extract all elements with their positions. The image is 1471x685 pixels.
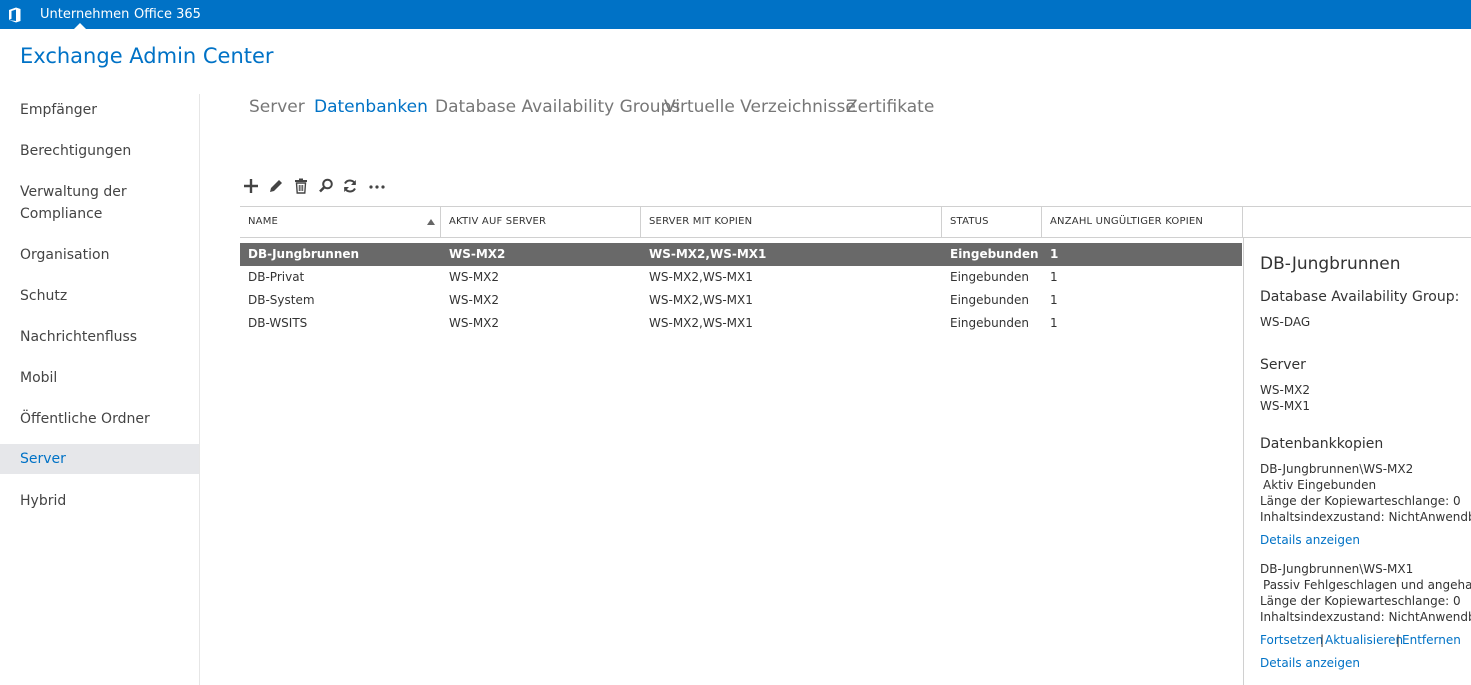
top-bar: Unternehmen Office 365 xyxy=(0,0,1471,29)
copy-2-status: Passiv Fehlgeschlagen und angehalten xyxy=(1263,578,1471,592)
action-separator: | xyxy=(1320,633,1325,647)
cell-name: DB-Jungbrunnen xyxy=(248,247,360,261)
table-header: NAME AKTIV AUF SERVER SERVER MIT KOPIEN … xyxy=(240,206,1471,238)
sidebar-item-empfaenger[interactable]: Empfänger xyxy=(0,99,199,121)
details-server-1: WS-MX2 xyxy=(1260,383,1311,397)
copy-2-index: Inhaltsindexzustand: NichtAnwendbar xyxy=(1260,610,1471,624)
details-server-2: WS-MX1 xyxy=(1260,399,1311,413)
table-row[interactable]: DB-System WS-MX2 WS-MX2,WS-MX1 Eingebund… xyxy=(240,289,1242,312)
details-pane: DB-Jungbrunnen Database Availability Gro… xyxy=(1243,238,1471,685)
sidebar-item-organisation[interactable]: Organisation xyxy=(0,244,199,266)
cell-name: DB-WSITS xyxy=(248,316,308,330)
action-separator: | xyxy=(1396,633,1401,647)
cell-servers: WS-MX2,WS-MX1 xyxy=(649,270,753,284)
copy-1-status: Aktiv Eingebunden xyxy=(1263,478,1377,492)
column-header-servers[interactable]: SERVER MIT KOPIEN xyxy=(641,207,942,237)
sidebar-item-compliance[interactable]: Verwaltung der Compliance xyxy=(0,181,150,225)
table-row[interactable]: DB-Jungbrunnen WS-MX2 WS-MX2,WS-MX1 Eing… xyxy=(240,243,1242,266)
cell-active-server: WS-MX2 xyxy=(449,293,500,307)
office-logo-icon[interactable] xyxy=(6,6,24,24)
cell-name: DB-Privat xyxy=(248,270,305,284)
copy-1-index: Inhaltsindexzustand: NichtAnwendbar xyxy=(1260,510,1471,524)
copy-2-update-link[interactable]: Aktualisieren xyxy=(1325,633,1403,647)
add-icon[interactable] xyxy=(241,176,261,196)
column-header-active-server[interactable]: AKTIV AUF SERVER xyxy=(441,207,641,237)
column-header-bad-copies[interactable]: ANZAHL UNGÜLTIGER KOPIEN xyxy=(1042,207,1243,237)
cell-active-server: WS-MX2 xyxy=(449,316,500,330)
details-title: DB-Jungbrunnen xyxy=(1260,254,1401,274)
sidebar: Empfänger Berechtigungen Verwaltung der … xyxy=(0,94,200,685)
copy-1-queue: Länge der Kopiewarteschlange: 0 xyxy=(1260,494,1461,508)
cell-servers: WS-MX2,WS-MX1 xyxy=(649,247,767,261)
tab-server[interactable]: Server xyxy=(249,97,305,117)
search-icon[interactable] xyxy=(316,176,336,196)
table-row[interactable]: DB-WSITS WS-MX2 WS-MX2,WS-MX1 Eingebunde… xyxy=(240,312,1242,335)
copy-2-resume-link[interactable]: Fortsetzen xyxy=(1260,633,1323,647)
active-indicator-icon xyxy=(74,23,86,29)
cell-active-server: WS-MX2 xyxy=(449,270,500,284)
topnav-office365[interactable]: Office 365 xyxy=(134,0,201,29)
sidebar-item-server[interactable]: Server xyxy=(0,444,199,474)
cell-status: Eingebunden xyxy=(950,270,1029,284)
sidebar-item-schutz[interactable]: Schutz xyxy=(0,285,199,307)
cell-servers: WS-MX2,WS-MX1 xyxy=(649,293,753,307)
column-header-status[interactable]: STATUS xyxy=(942,207,1042,237)
sidebar-item-oeffentliche-ordner[interactable]: Öffentliche Ordner xyxy=(0,408,199,430)
table-row[interactable]: DB-Privat WS-MX2 WS-MX2,WS-MX1 Eingebund… xyxy=(240,266,1242,289)
cell-status: Eingebunden xyxy=(950,316,1029,330)
cell-bad-copies: 1 xyxy=(1050,293,1058,307)
sidebar-item-hybrid[interactable]: Hybrid xyxy=(0,490,199,512)
cell-active-server: WS-MX2 xyxy=(449,247,506,261)
refresh-icon[interactable] xyxy=(340,176,360,196)
tab-dag[interactable]: Database Availability Groups xyxy=(435,97,680,117)
column-header-label: NAME xyxy=(248,216,279,227)
cell-name: DB-System xyxy=(248,293,315,307)
cell-status: Eingebunden xyxy=(950,247,1039,261)
cell-status: Eingebunden xyxy=(950,293,1029,307)
delete-icon[interactable] xyxy=(291,176,311,196)
sidebar-item-berechtigungen[interactable]: Berechtigungen xyxy=(0,140,199,162)
sort-ascending-icon xyxy=(427,219,435,225)
copy-1-details-link[interactable]: Details anzeigen xyxy=(1260,533,1360,547)
details-copies-label: Datenbankkopien xyxy=(1260,436,1384,452)
sidebar-item-mobil[interactable]: Mobil xyxy=(0,367,199,389)
edit-icon[interactable] xyxy=(266,176,286,196)
tab-datenbanken[interactable]: Datenbanken xyxy=(314,97,428,117)
cell-servers: WS-MX2,WS-MX1 xyxy=(649,316,753,330)
copy-1-name: DB-Jungbrunnen\WS-MX2 xyxy=(1260,462,1414,476)
cell-bad-copies: 1 xyxy=(1050,316,1058,330)
copy-2-details-link[interactable]: Details anzeigen xyxy=(1260,656,1360,670)
details-server-label: Server xyxy=(1260,357,1306,373)
more-icon[interactable] xyxy=(367,176,387,196)
copy-2-remove-link[interactable]: Entfernen xyxy=(1402,633,1461,647)
tab-virtuelle-verzeichnisse[interactable]: Virtuelle Verzeichnisse xyxy=(664,97,856,117)
copy-2-name: DB-Jungbrunnen\WS-MX1 xyxy=(1260,562,1414,576)
details-dag-value: WS-DAG xyxy=(1260,315,1311,329)
cell-bad-copies: 1 xyxy=(1050,247,1059,261)
page-title: Exchange Admin Center xyxy=(20,44,274,68)
copy-2-queue: Länge der Kopiewarteschlange: 0 xyxy=(1260,594,1461,608)
sidebar-item-nachrichtenfluss[interactable]: Nachrichtenfluss xyxy=(0,326,199,348)
tab-zertifikate[interactable]: Zertifikate xyxy=(846,97,934,117)
column-header-name[interactable]: NAME xyxy=(240,207,441,237)
cell-bad-copies: 1 xyxy=(1050,270,1058,284)
details-dag-label: Database Availability Group: xyxy=(1260,289,1460,305)
